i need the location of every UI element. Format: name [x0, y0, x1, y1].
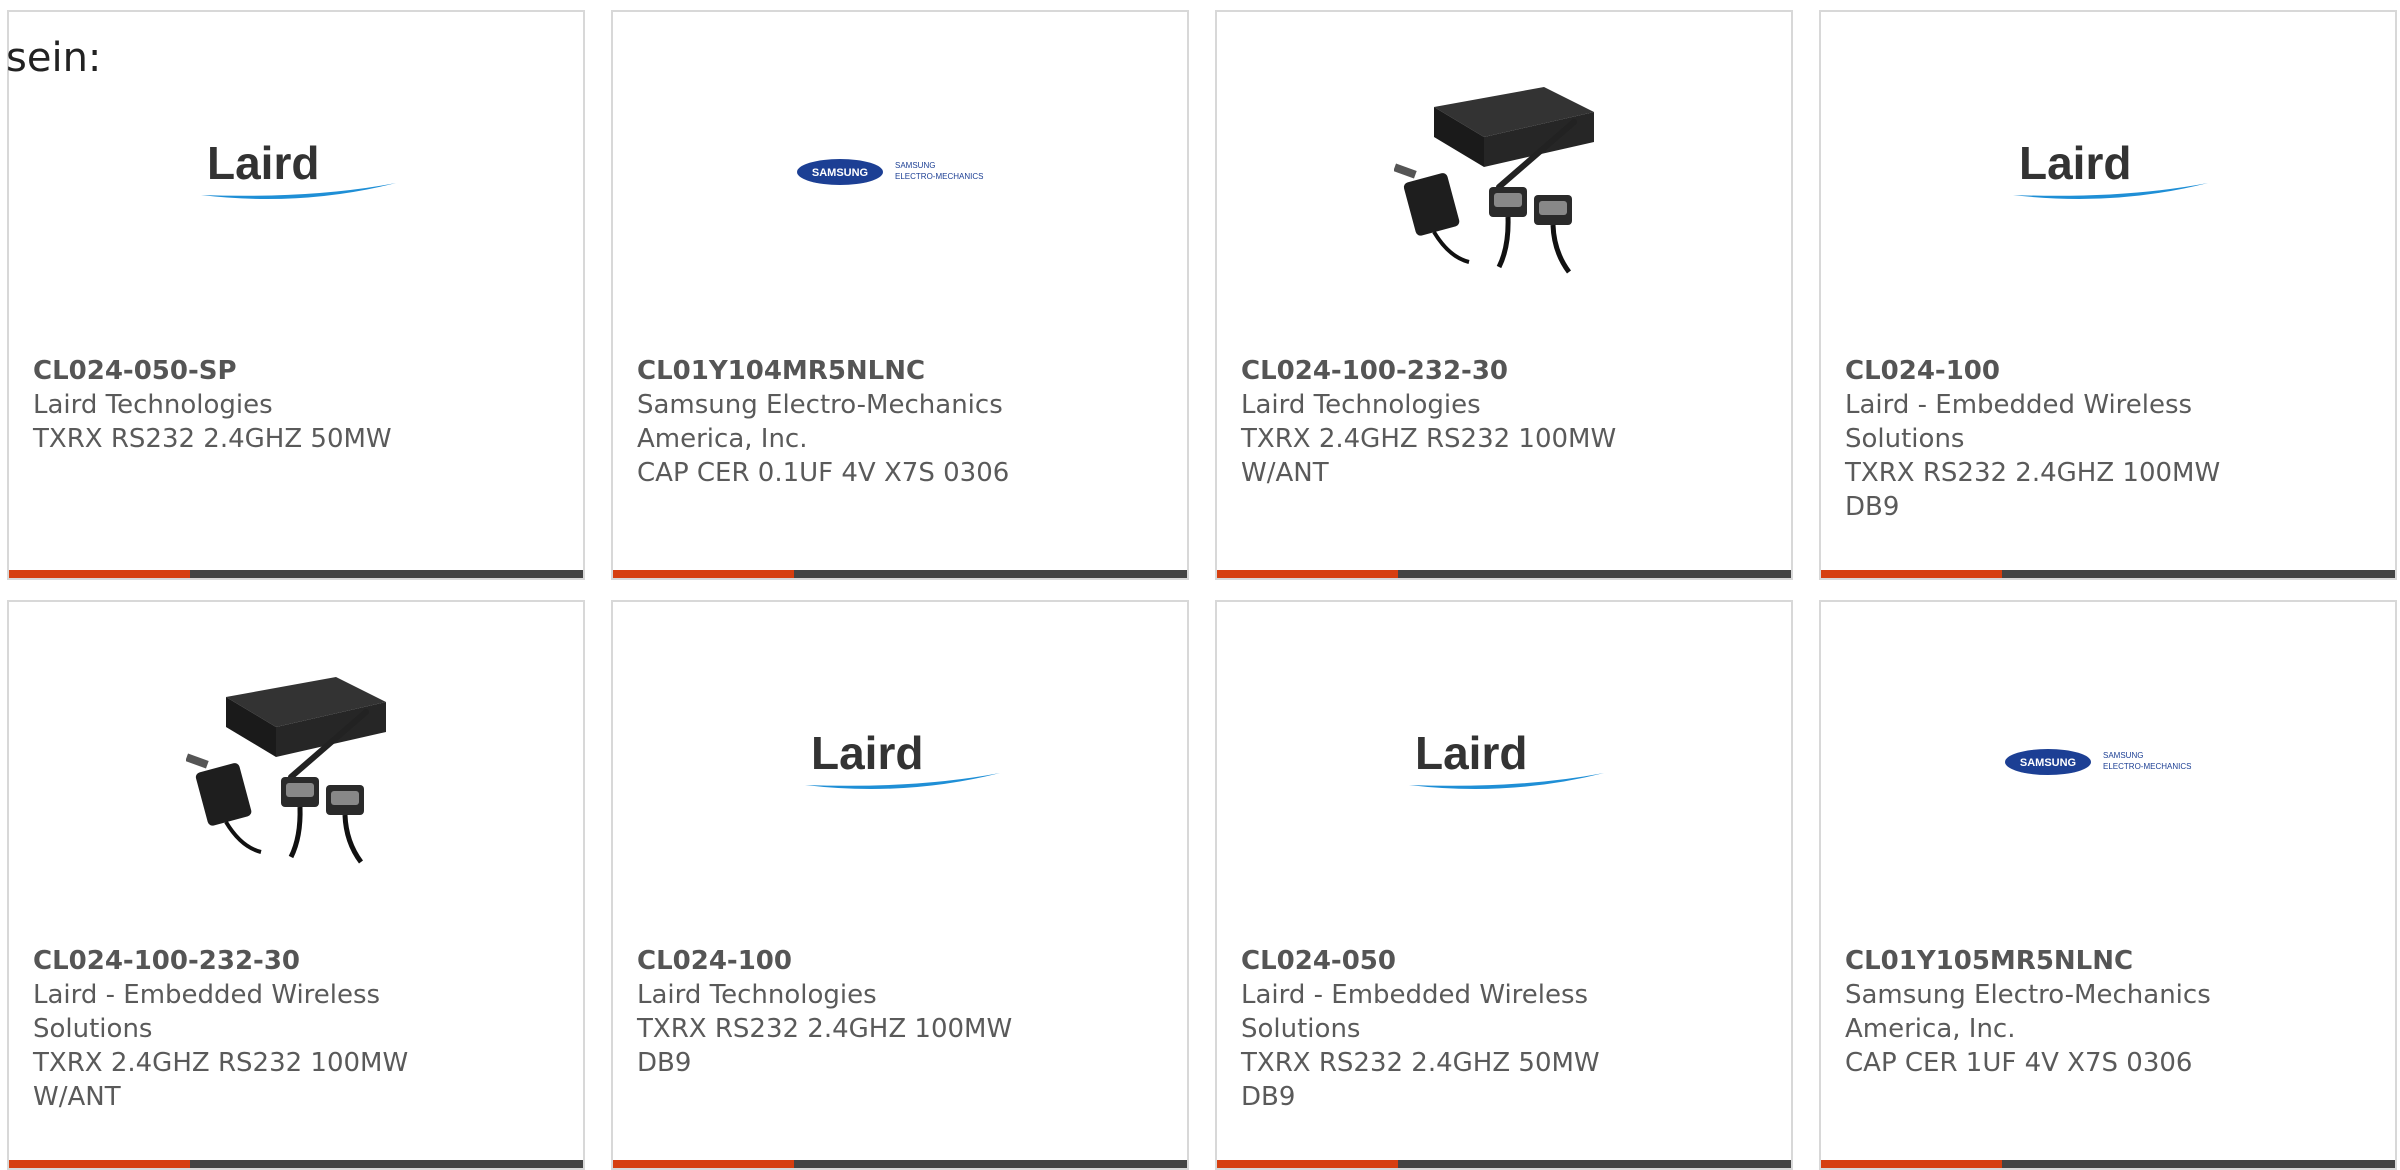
svg-text:Laird: Laird	[1415, 727, 1527, 779]
card-accent	[9, 570, 190, 578]
svg-text:ELECTRO-MECHANICS: ELECTRO-MECHANICS	[2103, 762, 2191, 771]
laird-logo: Laird	[1399, 727, 1609, 797]
description-cont: W/ANT	[33, 1082, 121, 1112]
manufacturer-cont: America, Inc.	[637, 424, 808, 454]
product-image[interactable]: SAMSUNG SAMSUNG ELECTRO-MECHANICS	[613, 67, 1187, 277]
product-info: CL024-100-232-30 Laird Technologies TXRX…	[1241, 354, 1621, 490]
product-card[interactable]: SAMSUNG SAMSUNG ELECTRO-MECHANICS CL01Y1…	[1819, 600, 2397, 1170]
product-info: CL024-050 Laird - Embedded Wireless Solu…	[1241, 944, 1621, 1114]
product-image[interactable]	[1217, 67, 1791, 277]
product-image[interactable]: SAMSUNG SAMSUNG ELECTRO-MECHANICS	[1821, 657, 2395, 867]
card-bottom-bar	[1821, 570, 2395, 578]
manufacturer-cont: America, Inc.	[1845, 1014, 2016, 1044]
manufacturer-cont: Solutions	[1241, 1014, 1361, 1044]
product-card[interactable]: CL024-100-232-30 Laird - Embedded Wirele…	[7, 600, 585, 1170]
svg-text:SAMSUNG: SAMSUNG	[812, 167, 868, 179]
product-image[interactable]	[9, 657, 583, 867]
manufacturer: Laird Technologies	[33, 390, 273, 420]
product-image[interactable]: Laird	[9, 67, 583, 277]
manufacturer: Samsung Electro-Mechanics	[1845, 980, 2211, 1010]
part-number-link[interactable]: CL024-100	[637, 944, 1017, 978]
description: CAP CER 1UF 4V X7S 0306	[1845, 1048, 2193, 1078]
svg-text:SAMSUNG: SAMSUNG	[2103, 751, 2143, 760]
laird-logo: Laird	[2003, 137, 2213, 207]
svg-text:SAMSUNG: SAMSUNG	[895, 161, 935, 170]
card-accent	[1821, 570, 2002, 578]
part-number-link[interactable]: CL024-100-232-30	[33, 944, 413, 978]
product-card[interactable]: Laird CL024-100 Laird Technologies TXRX …	[611, 600, 1189, 1170]
part-number-link[interactable]: CL024-100	[1845, 354, 2225, 388]
manufacturer: Laird - Embedded Wireless	[1845, 390, 2193, 420]
card-bottom-bar	[613, 570, 1187, 578]
part-number-link[interactable]: CL01Y105MR5NLNC	[1845, 944, 2225, 978]
description: TXRX RS232 2.4GHZ 100MW DB9	[1845, 458, 2221, 522]
product-info: CL024-100 Laird Technologies TXRX RS232 …	[637, 944, 1017, 1080]
part-number-link[interactable]: CL01Y104MR5NLNC	[637, 354, 1017, 388]
product-card[interactable]: SAMSUNG SAMSUNG ELECTRO-MECHANICS CL01Y1…	[611, 10, 1189, 580]
radio-kit-photo	[186, 657, 406, 867]
manufacturer-cont: Solutions	[1845, 424, 1965, 454]
manufacturer: Laird Technologies	[1241, 390, 1481, 420]
manufacturer: Laird - Embedded Wireless	[1241, 980, 1589, 1010]
description-cont: W/ANT	[1241, 458, 1329, 488]
product-info: CL01Y104MR5NLNC Samsung Electro-Mechanic…	[637, 354, 1017, 490]
card-accent	[613, 570, 794, 578]
part-number-link[interactable]: CL024-100-232-30	[1241, 354, 1621, 388]
product-card[interactable]: Laird CL024-050 Laird - Embedded Wireles…	[1215, 600, 1793, 1170]
description: TXRX RS232 2.4GHZ 100MW DB9	[637, 1014, 1013, 1078]
svg-text:Laird: Laird	[207, 137, 319, 189]
product-grid: Laird CL024-050-SP Laird Technologies TX…	[7, 10, 2400, 1170]
product-info: CL024-050-SP Laird Technologies TXRX RS2…	[33, 354, 413, 456]
description: CAP CER 0.1UF 4V X7S 0306	[637, 458, 1010, 488]
product-image[interactable]: Laird	[613, 657, 1187, 867]
product-card[interactable]: CL024-100-232-30 Laird Technologies TXRX…	[1215, 10, 1793, 580]
card-bottom-bar	[1217, 570, 1791, 578]
product-info: CL024-100 Laird - Embedded Wireless Solu…	[1845, 354, 2225, 524]
part-number-link[interactable]: CL024-050-SP	[33, 354, 413, 388]
card-accent	[1217, 570, 1398, 578]
manufacturer: Laird Technologies	[637, 980, 877, 1010]
product-card[interactable]: Laird CL024-050-SP Laird Technologies TX…	[7, 10, 585, 580]
intro-text: sein:	[6, 35, 102, 81]
part-number-link[interactable]: CL024-050	[1241, 944, 1621, 978]
laird-logo: Laird	[795, 727, 1005, 797]
manufacturer: Samsung Electro-Mechanics	[637, 390, 1003, 420]
product-image[interactable]: Laird	[1821, 67, 2395, 277]
samsung-logo: SAMSUNG SAMSUNG ELECTRO-MECHANICS	[2003, 742, 2213, 782]
laird-logo: Laird	[191, 137, 401, 207]
product-info: CL01Y105MR5NLNC Samsung Electro-Mechanic…	[1845, 944, 2225, 1080]
svg-text:Laird: Laird	[811, 727, 923, 779]
svg-text:Laird: Laird	[2019, 137, 2131, 189]
svg-text:SAMSUNG: SAMSUNG	[2020, 757, 2076, 769]
description: TXRX RS232 2.4GHZ 50MW	[33, 424, 392, 454]
product-card[interactable]: Laird CL024-100 Laird - Embedded Wireles…	[1819, 10, 2397, 580]
description: TXRX RS232 2.4GHZ 50MW DB9	[1241, 1048, 1600, 1112]
description: TXRX 2.4GHZ RS232 100MW	[1241, 424, 1617, 454]
radio-kit-photo	[1394, 67, 1614, 277]
manufacturer: Laird - Embedded Wireless	[33, 980, 381, 1010]
manufacturer-cont: Solutions	[33, 1014, 153, 1044]
product-info: CL024-100-232-30 Laird - Embedded Wirele…	[33, 944, 413, 1114]
samsung-logo: SAMSUNG SAMSUNG ELECTRO-MECHANICS	[795, 152, 1005, 192]
svg-text:ELECTRO-MECHANICS: ELECTRO-MECHANICS	[895, 172, 983, 181]
card-bottom-bar	[9, 570, 583, 578]
product-image[interactable]: Laird	[1217, 657, 1791, 867]
description: TXRX 2.4GHZ RS232 100MW	[33, 1048, 409, 1078]
